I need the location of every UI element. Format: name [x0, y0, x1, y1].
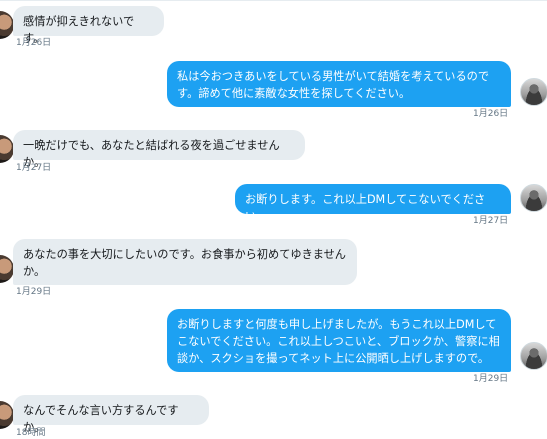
self-avatar-icon[interactable] — [520, 78, 547, 106]
message-timestamp: 18時間 — [16, 428, 46, 438]
divider — [0, 0, 547, 1]
message-bubble[interactable]: お断りしますと何度も申し上げましたが。もうこれ以上DMしてこないでください。これ… — [167, 309, 511, 372]
message-bubble[interactable]: お断りします。これ以上DMしてこないでください。 — [235, 184, 511, 223]
message-timestamp: 1月26日 — [473, 109, 509, 119]
message-bubble[interactable]: 私は今おつきあいをしている男性がいて結婚を考えているのです。諦めて他に素敵な女性… — [167, 61, 511, 107]
user-avatar-icon[interactable] — [0, 255, 14, 283]
user-avatar-icon[interactable] — [0, 135, 14, 163]
message-bubble[interactable]: あなたの事を大切にしたいのです。お食事から初めてゆきませんか。 — [13, 239, 357, 285]
message-timestamp: 1月26日 — [16, 38, 52, 48]
message-timestamp: 1月29日 — [16, 287, 52, 297]
self-avatar-icon[interactable] — [520, 342, 547, 370]
dm-conversation-thread[interactable]: 感情が抑えきれないです。 1月26日 私は今おつきあいをしている男性がいて結婚を… — [0, 0, 547, 439]
message-timestamp: 1月29日 — [473, 374, 509, 384]
message-timestamp: 1月27日 — [473, 216, 509, 226]
message-bubble[interactable]: 感情が抑えきれないです。 — [13, 6, 164, 45]
message-bubble[interactable]: なんでそんな言い方するんですか。 — [13, 395, 209, 434]
message-timestamp: 1月27日 — [16, 163, 52, 173]
self-avatar-icon[interactable] — [520, 184, 547, 212]
user-avatar-icon[interactable] — [0, 11, 14, 39]
message-bubble[interactable]: 一晩だけでも、あなたと結ばれる夜を過ごせませんか。 — [13, 130, 305, 169]
user-avatar-icon[interactable] — [0, 401, 14, 429]
